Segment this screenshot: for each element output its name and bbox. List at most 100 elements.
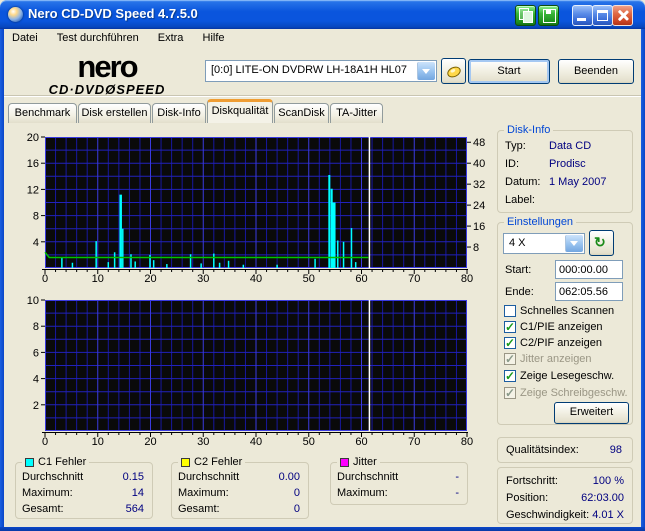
checkbox-box	[504, 387, 516, 399]
speed-label: Geschwindigkeit:	[506, 509, 589, 521]
svg-text:10: 10	[92, 273, 104, 285]
quality-index-panel: Qualitätsindex: 98	[497, 437, 633, 463]
svg-text:10: 10	[27, 295, 39, 307]
checkbox-box	[504, 353, 516, 365]
minimize-icon	[577, 18, 586, 21]
speed-value: 4.01 X	[592, 509, 624, 521]
jitter-panel-title: Jitter	[337, 456, 380, 468]
svg-text:60: 60	[355, 436, 367, 448]
advanced-button[interactable]: Erweitert	[554, 402, 629, 424]
c2-color-swatch	[181, 458, 190, 467]
svg-text:4: 4	[33, 237, 39, 249]
copy-screenshot-button[interactable]	[515, 5, 536, 26]
status-panel: Fortschritt: 100 % Position: 62:03.00 Ge…	[497, 467, 633, 524]
menu-extra[interactable]: Extra	[150, 30, 192, 44]
checkbox-box[interactable]	[504, 321, 516, 333]
id-label: ID:	[505, 158, 519, 170]
checkbox-jitter-anzeigen: Jitter anzeigen	[504, 352, 592, 366]
start-time-label: Start:	[505, 264, 531, 276]
id-value: Prodisc	[549, 158, 586, 170]
jitter-max-label: Maximum:	[337, 487, 388, 499]
disc-icon	[446, 65, 463, 80]
quit-button[interactable]: Beenden	[558, 59, 634, 84]
svg-text:0: 0	[42, 273, 48, 285]
menu-bar: Datei Test durchführen Extra Hilfe	[4, 30, 641, 47]
svg-text:6: 6	[33, 347, 39, 359]
disk-info-title: Disk-Info	[504, 124, 553, 136]
speed-select[interactable]: 4 X	[503, 233, 585, 254]
checkbox-schnelles-scannen[interactable]: Schnelles Scannen	[504, 304, 614, 318]
tab-disk-erstellen[interactable]: Disk erstellen	[78, 103, 151, 123]
save-button[interactable]	[538, 5, 559, 26]
drive-select[interactable]: [0:0] LITE-ON DVDRW LH-18A1H HL07	[205, 60, 437, 82]
c1-max-value: 14	[132, 487, 144, 499]
svg-text:8: 8	[33, 321, 39, 333]
svg-text:4: 4	[33, 374, 39, 386]
window-border-right	[641, 29, 645, 531]
speed-select-value: 4 X	[509, 237, 526, 249]
tab-diskqualitaet[interactable]: Diskqualität	[207, 99, 273, 123]
c1-title-text: C1 Fehler	[38, 456, 86, 468]
c2-title-text: C2 Fehler	[194, 456, 242, 468]
svg-text:20: 20	[27, 132, 39, 144]
menu-datei[interactable]: Datei	[4, 30, 46, 44]
c2-max-label: Maximum:	[178, 487, 229, 499]
svg-text:0: 0	[42, 436, 48, 448]
tab-benchmark[interactable]: Benchmark	[8, 103, 77, 123]
svg-text:40: 40	[250, 273, 262, 285]
save-icon	[543, 9, 556, 23]
svg-text:12: 12	[27, 184, 39, 196]
checkbox-c2-pif-anzeigen[interactable]: C2/PIF anzeigen	[504, 336, 602, 350]
end-time-label: Ende:	[505, 286, 534, 298]
quality-index-label: Qualitätsindex:	[506, 444, 579, 456]
tab-scandisk[interactable]: ScanDisk	[274, 103, 329, 123]
nero-logo: nero CD·DVDØSPEED	[12, 51, 202, 96]
c2-pif-quality-chart: 24681001020304050607080	[8, 294, 490, 448]
menu-test-durchfuehren[interactable]: Test durchführen	[49, 30, 147, 44]
c2-avg-label: Durchschnitt	[178, 471, 239, 483]
c1-pie-quality-chart: 481216208162432404801020304050607080	[8, 131, 490, 285]
typ-label: Typ:	[505, 140, 526, 152]
progress-label: Fortschritt:	[506, 475, 558, 487]
svg-text:16: 16	[27, 158, 39, 170]
svg-text:50: 50	[303, 273, 315, 285]
disk-info-group: Disk-Info Typ: Data CD ID: Prodisc Datum…	[497, 130, 633, 213]
start-time-input[interactable]	[555, 260, 623, 279]
c2-total-value: 0	[294, 503, 300, 515]
svg-text:24: 24	[473, 200, 485, 212]
progress-value: 100 %	[593, 475, 624, 487]
maximize-icon	[597, 10, 608, 21]
checkbox-box[interactable]	[504, 337, 516, 349]
window-border-left	[0, 29, 4, 531]
tab-ta-jitter[interactable]: TA-Jitter	[330, 103, 383, 123]
eject-button[interactable]	[441, 58, 466, 84]
window-border-bottom	[0, 527, 645, 531]
svg-text:80: 80	[461, 273, 473, 285]
c1-error-panel: C1 Fehler Durchschnitt 0.15 Maximum: 14 …	[15, 462, 153, 519]
c1-avg-label: Durchschnitt	[22, 471, 83, 483]
jitter-avg-label: Durchschnitt	[337, 471, 398, 483]
copy-icon	[516, 6, 535, 25]
chevron-down-icon[interactable]	[565, 235, 583, 252]
maximize-button[interactable]	[592, 5, 613, 26]
chevron-down-icon[interactable]	[417, 62, 435, 80]
svg-text:70: 70	[408, 436, 420, 448]
header-separator	[4, 95, 641, 97]
position-value: 62:03.00	[581, 492, 624, 504]
tab-disk-info[interactable]: Disk-Info	[152, 103, 206, 123]
c2-max-value: 0	[294, 487, 300, 499]
settings-group: Einstellungen 4 X ↻ Start: Ende: Schnell…	[497, 222, 633, 425]
checkbox-box[interactable]	[504, 370, 516, 382]
minimize-button[interactable]	[572, 5, 593, 26]
menu-hilfe[interactable]: Hilfe	[195, 30, 233, 44]
jitter-avg-value: -	[455, 471, 459, 483]
end-time-input[interactable]	[555, 282, 623, 301]
checkbox-box[interactable]	[504, 305, 516, 317]
close-button[interactable]	[612, 5, 633, 26]
svg-text:8: 8	[473, 242, 479, 254]
checkbox-zeige-lesegeschw[interactable]: Zeige Lesegeschw.	[504, 369, 614, 383]
svg-text:70: 70	[408, 273, 420, 285]
checkbox-c1-pie-anzeigen[interactable]: C1/PIE anzeigen	[504, 320, 603, 334]
refresh-button[interactable]: ↻	[589, 230, 614, 256]
start-button[interactable]: Start	[468, 59, 550, 84]
